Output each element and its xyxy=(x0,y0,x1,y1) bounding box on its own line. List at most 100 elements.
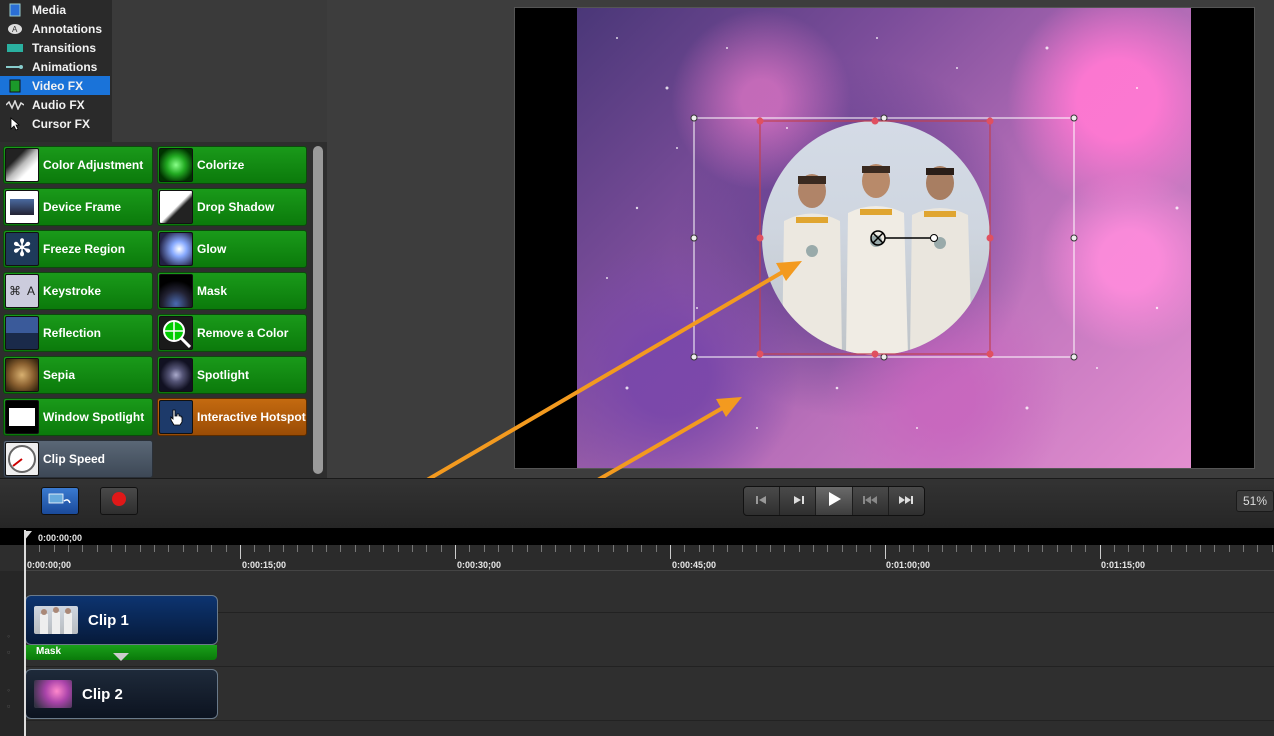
voice-narration-button[interactable] xyxy=(41,487,79,515)
annotations-icon: A xyxy=(4,21,26,37)
transitions-icon xyxy=(4,40,26,56)
ruler-tick xyxy=(641,545,643,552)
ruler-tick xyxy=(411,545,413,552)
ruler-tick xyxy=(884,545,886,559)
category-animations[interactable]: Animations xyxy=(0,57,110,76)
effect-color-adjustment[interactable]: Color Adjustment xyxy=(3,146,153,184)
ruler-tick xyxy=(340,545,342,552)
ruler-tick xyxy=(469,545,471,552)
lock-icon[interactable]: ▫ xyxy=(7,701,10,711)
ruler-label: 0:00:15;00 xyxy=(242,560,287,570)
playhead-marker-icon[interactable] xyxy=(22,531,34,543)
effect-label: Glow xyxy=(197,242,227,256)
record-button[interactable] xyxy=(100,487,138,515)
play-icon xyxy=(826,491,842,512)
category-label: Transitions xyxy=(32,40,97,55)
effect-keystroke[interactable]: ⌘ A Keystroke xyxy=(3,272,153,310)
video-fx-icon xyxy=(4,78,26,94)
category-audio-fx[interactable]: Audio FX xyxy=(0,95,110,114)
masked-photo-clip[interactable] xyxy=(762,121,990,355)
clip-label: Clip 1 xyxy=(88,611,129,629)
clip-1[interactable]: Clip 1 xyxy=(25,595,218,645)
ruler-tick xyxy=(483,545,485,552)
effect-window-spotlight[interactable]: Window Spotlight xyxy=(3,398,153,436)
category-annotations[interactable]: A Annotations xyxy=(0,19,110,38)
clip-2[interactable]: Clip 2 xyxy=(25,669,218,719)
remove-color-icon xyxy=(159,316,193,350)
ruler-tick xyxy=(139,545,141,552)
ruler-tick xyxy=(612,545,614,552)
category-label: Annotations xyxy=(32,21,102,36)
category-transitions[interactable]: Transitions xyxy=(0,38,110,57)
effect-label: Device Frame xyxy=(43,200,122,214)
ruler-tick xyxy=(211,545,213,552)
clip-label: Clip 2 xyxy=(82,685,123,703)
eye-icon[interactable]: ◦ xyxy=(7,685,10,695)
ruler-tick xyxy=(1200,545,1202,552)
reflection-icon xyxy=(5,316,39,350)
effect-label: Color Adjustment xyxy=(43,158,144,172)
ruler-tick xyxy=(1085,545,1087,552)
ruler-tick xyxy=(1142,545,1144,552)
category-cursor-fx[interactable]: Cursor FX xyxy=(0,114,110,133)
effects-scrollbar[interactable] xyxy=(313,146,323,474)
effect-clip-speed[interactable]: Clip Speed xyxy=(3,440,153,478)
window-spotlight-icon xyxy=(5,400,39,434)
effect-label: Mask xyxy=(197,284,228,298)
play-button[interactable] xyxy=(816,487,853,515)
ruler-tick xyxy=(1042,545,1044,552)
effect-remove-a-color[interactable]: Remove a Color xyxy=(157,314,307,352)
record-icon xyxy=(111,491,127,512)
step-forward-button[interactable] xyxy=(780,487,817,515)
playhead-time-bar: 0:00:00;00 xyxy=(0,528,1274,545)
jump-to-end-button[interactable] xyxy=(889,487,924,515)
effect-label: Spotlight xyxy=(197,368,249,382)
ruler-tick xyxy=(96,545,98,552)
category-label: Media xyxy=(32,2,67,17)
ruler-tick xyxy=(168,545,170,552)
ruler-label: 0:01:00;00 xyxy=(886,560,931,570)
ruler-tick xyxy=(67,545,69,552)
category-label: Cursor FX xyxy=(32,116,91,131)
effect-glow[interactable]: Glow xyxy=(157,230,307,268)
ruler-tick xyxy=(1257,545,1259,552)
ruler-tick xyxy=(311,545,313,552)
effect-reflection[interactable]: Reflection xyxy=(3,314,153,352)
ruler-tick xyxy=(698,545,700,552)
zoom-level[interactable]: 51% xyxy=(1236,490,1274,512)
effect-mask[interactable]: Mask xyxy=(157,272,307,310)
command-key-icon: ⌘ xyxy=(8,284,21,298)
ruler-tick xyxy=(583,545,585,552)
clip-2-thumbnail xyxy=(34,680,72,708)
ruler-tick xyxy=(497,545,499,552)
ruler-label: 0:00:30;00 xyxy=(457,560,502,570)
clip-1-effect-bar[interactable]: Mask xyxy=(25,645,217,661)
ruler-tick xyxy=(196,545,198,552)
ruler-tick xyxy=(153,545,155,552)
ruler-tick xyxy=(913,545,915,552)
rewind-icon xyxy=(863,492,878,510)
category-video-fx[interactable]: Video FX xyxy=(0,76,110,95)
timeline-ruler[interactable] xyxy=(25,545,1274,571)
media-icon xyxy=(4,2,26,18)
jump-to-start-button[interactable] xyxy=(853,487,889,515)
effect-drop-shadow[interactable]: Drop Shadow xyxy=(157,188,307,226)
effect-device-frame[interactable]: Device Frame xyxy=(3,188,153,226)
ruler-tick xyxy=(555,545,557,552)
step-back-button[interactable] xyxy=(744,487,781,515)
eye-icon[interactable]: ◦ xyxy=(7,631,10,641)
effect-colorize[interactable]: Colorize xyxy=(157,146,307,184)
ruler-tick xyxy=(970,545,972,552)
expand-triangle-icon[interactable] xyxy=(113,649,129,667)
effect-interactive-hotspot[interactable]: Interactive Hotspot xyxy=(157,398,307,436)
category-label: Animations xyxy=(32,59,98,74)
category-media[interactable]: Media xyxy=(0,0,110,19)
ruler-tick xyxy=(755,545,757,552)
lock-icon[interactable]: ▫ xyxy=(7,647,10,657)
effect-freeze-region[interactable]: ✻ Freeze Region xyxy=(3,230,153,268)
effect-spotlight[interactable]: Spotlight xyxy=(157,356,307,394)
fast-forward-icon xyxy=(899,492,914,510)
ruler-tick xyxy=(1028,545,1030,552)
effect-sepia[interactable]: Sepia xyxy=(3,356,153,394)
playhead[interactable] xyxy=(24,530,26,736)
